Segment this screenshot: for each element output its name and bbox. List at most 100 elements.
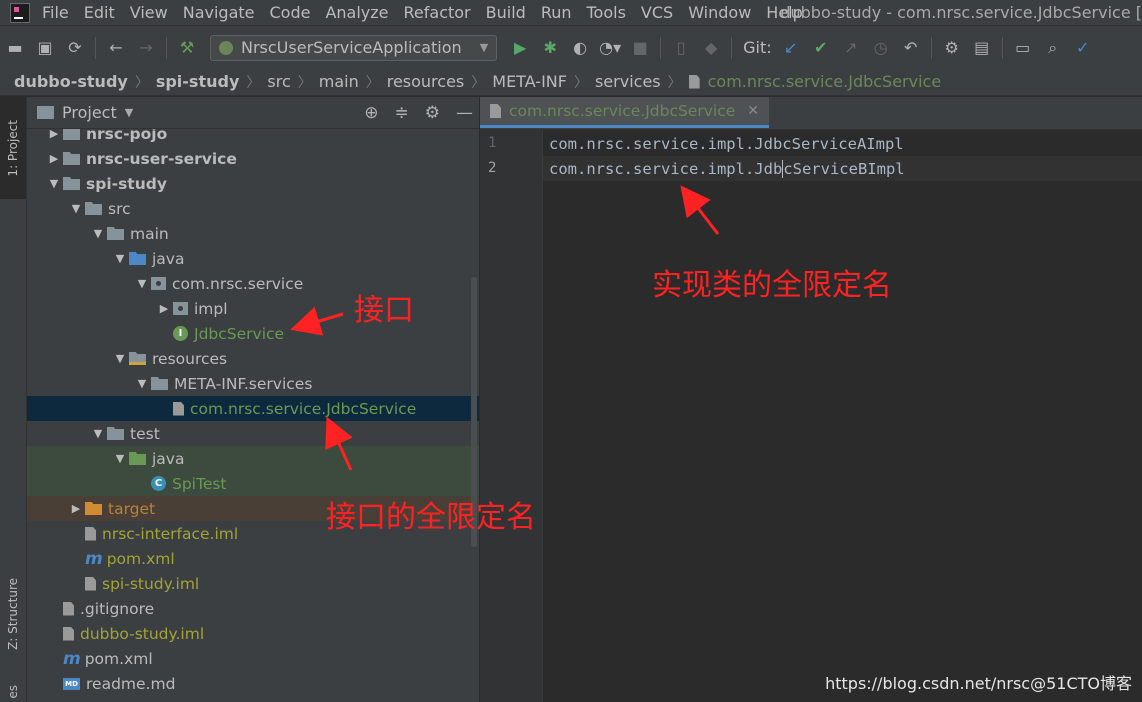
collapsed-arrow-icon[interactable]: ▶ — [45, 152, 63, 165]
breadcrumb-item[interactable]: services — [595, 72, 661, 91]
tool-tab-bottom[interactable]: es — [0, 682, 26, 702]
breadcrumb-separator-icon: 〉 — [573, 74, 588, 91]
code-line[interactable]: com.nrsc.service.impl.JdbcServiceAImpl — [543, 131, 1142, 156]
breadcrumb-item[interactable]: resources — [387, 72, 465, 91]
breadcrumb-separator-icon: 〉 — [297, 74, 312, 91]
tree-item[interactable]: ▶ nrsc-user-service — [27, 146, 479, 171]
expanded-arrow-icon[interactable]: ▼ — [133, 377, 151, 390]
tree-item[interactable]: MD readme.md — [27, 671, 479, 696]
breadcrumb-separator-icon: 〉 — [667, 74, 682, 91]
chevron-down-icon[interactable]: ▼ — [125, 106, 133, 119]
menu-view[interactable]: View — [130, 3, 168, 22]
breadcrumb-separator-icon: 〉 — [134, 74, 149, 91]
menu-tools[interactable]: Tools — [587, 3, 626, 22]
menu-run[interactable]: Run — [541, 3, 572, 22]
tree-item-label: pom.xml — [84, 649, 153, 668]
tool-tab-project-label: 1: Project — [6, 119, 20, 177]
git-commit-icon[interactable]: ✔ — [810, 37, 832, 59]
toolbar-separator — [166, 36, 167, 59]
open-folder-icon[interactable]: ▬ — [4, 37, 26, 59]
terminal-icon[interactable]: ▭ — [1012, 37, 1034, 59]
project-structure-icon[interactable]: ▤ — [971, 37, 993, 59]
menu-file[interactable]: File — [42, 3, 69, 22]
expanded-arrow-icon[interactable]: ▼ — [67, 202, 85, 215]
tool-tab-structure[interactable]: Z: Structure — [0, 559, 26, 669]
tree-item[interactable]: com.nrsc.service.JdbcService — [27, 396, 479, 421]
tool-tab-project[interactable]: 1: Project — [0, 97, 26, 199]
left-tool-strip: 1: Project Z: Structure es — [0, 97, 27, 702]
expanded-arrow-icon[interactable]: ▼ — [111, 452, 129, 465]
code-line-current[interactable]: com.nrsc.service.impl.Jdb cServiceBImpl — [543, 156, 1142, 181]
menu-window[interactable]: Window — [688, 3, 751, 22]
tree-item[interactable]: .gitignore — [27, 596, 479, 621]
tree-item[interactable]: ▼ main — [27, 221, 479, 246]
menu-refactor[interactable]: Refactor — [404, 3, 471, 22]
tree-item[interactable]: dubbo-study.iml — [27, 621, 479, 646]
tree-item[interactable]: spi-study.iml — [27, 571, 479, 596]
profile-icon[interactable]: ◔▾ — [599, 37, 621, 59]
coverage-icon[interactable]: ◐ — [569, 37, 591, 59]
run-configuration-select[interactable]: NrscUserServiceApplication ▼ — [210, 34, 498, 61]
breadcrumb-item[interactable]: spi-study — [156, 72, 240, 91]
expanded-arrow-icon[interactable]: ▼ — [89, 427, 107, 440]
collapse-all-icon[interactable]: ≑ — [395, 103, 409, 123]
revert-icon[interactable]: ↶ — [900, 37, 922, 59]
run-icon[interactable]: ▶ — [509, 37, 531, 59]
collapsed-arrow-icon[interactable]: ▶ — [67, 502, 85, 515]
back-icon[interactable]: ← — [105, 37, 127, 59]
accept-icon[interactable]: ✓ — [1072, 37, 1094, 59]
expanded-arrow-icon[interactable]: ▼ — [45, 177, 63, 190]
expanded-arrow-icon[interactable]: ▼ — [111, 352, 129, 365]
project-panel-tools: ⊕ ≑ ⚙ — — [348, 97, 473, 129]
expanded-arrow-icon[interactable]: ▼ — [133, 277, 151, 290]
tree-item[interactable]: ▼ resources — [27, 346, 479, 371]
build-hammer-icon[interactable]: ⚒ — [176, 37, 198, 59]
breadcrumb-item[interactable]: dubbo-study — [14, 72, 128, 91]
git-update-icon[interactable]: ↙ — [780, 37, 802, 59]
tree-item[interactable]: ▼ META-INF.services — [27, 371, 479, 396]
settings-wrench-icon[interactable]: ⚙ — [941, 37, 963, 59]
forward-icon[interactable]: → — [135, 37, 157, 59]
menu-edit[interactable]: Edit — [84, 3, 115, 22]
stop-icon[interactable]: ■ — [629, 37, 651, 59]
menu-analyze[interactable]: Analyze — [325, 3, 388, 22]
menu-navigate[interactable]: Navigate — [183, 3, 255, 22]
structure-icon[interactable]: ◆ — [700, 37, 722, 59]
debug-icon[interactable]: ✱ — [539, 37, 561, 59]
collapsed-arrow-icon[interactable]: ▶ — [155, 302, 173, 315]
menu-code[interactable]: Code — [270, 3, 311, 22]
breadcrumb-file[interactable]: com.nrsc.service.JdbcService — [688, 72, 941, 91]
locate-target-icon[interactable]: ⊕ — [364, 103, 378, 123]
expanded-arrow-icon[interactable]: ▼ — [111, 252, 129, 265]
tree-item-label: test — [130, 424, 160, 443]
hide-panel-icon[interactable]: — — [456, 103, 473, 123]
tree-item[interactable]: ▼ test — [27, 421, 479, 446]
git-push-icon[interactable]: ↗ — [840, 37, 862, 59]
breadcrumb-item[interactable]: META-INF — [492, 72, 567, 91]
maven-icon: m — [63, 648, 81, 669]
breadcrumb-item[interactable]: src — [267, 72, 290, 91]
close-icon[interactable]: ✕ — [747, 103, 759, 119]
tree-item[interactable]: ▼ spi-study — [27, 171, 479, 196]
tree-item[interactable]: m pom.xml — [27, 646, 479, 671]
tree-item[interactable]: ▼ src — [27, 196, 479, 221]
main-toolbar: ▬ ▣ ⟳ ← → ⚒ NrscUserServiceApplication ▼… — [0, 25, 1142, 70]
tree-item-label: SpiTest — [172, 474, 227, 493]
editor-tab-jdbcservice[interactable]: com.nrsc.service.JdbcService ✕ — [480, 97, 769, 128]
breadcrumb-item[interactable]: main — [319, 72, 359, 91]
search-icon[interactable]: ⌕ — [1042, 37, 1064, 59]
breadcrumb-separator-icon: 〉 — [471, 74, 486, 91]
tree-item-label: pom.xml — [106, 549, 175, 568]
tree-item[interactable]: m pom.xml — [27, 546, 479, 571]
project-view-select[interactable]: Project — [62, 103, 117, 122]
menu-build[interactable]: Build — [486, 3, 526, 22]
expanded-arrow-icon[interactable]: ▼ — [89, 227, 107, 240]
menu-vcs[interactable]: VCS — [641, 3, 673, 22]
save-icon[interactable]: ▣ — [34, 37, 56, 59]
tree-item[interactable]: ▼ java — [27, 246, 479, 271]
history-icon[interactable]: ◷ — [870, 37, 892, 59]
device-icon[interactable]: ▯ — [670, 37, 692, 59]
sync-icon[interactable]: ⟳ — [64, 37, 86, 59]
tree-item[interactable]: ▼ java — [27, 446, 479, 471]
gear-icon[interactable]: ⚙ — [425, 103, 440, 123]
